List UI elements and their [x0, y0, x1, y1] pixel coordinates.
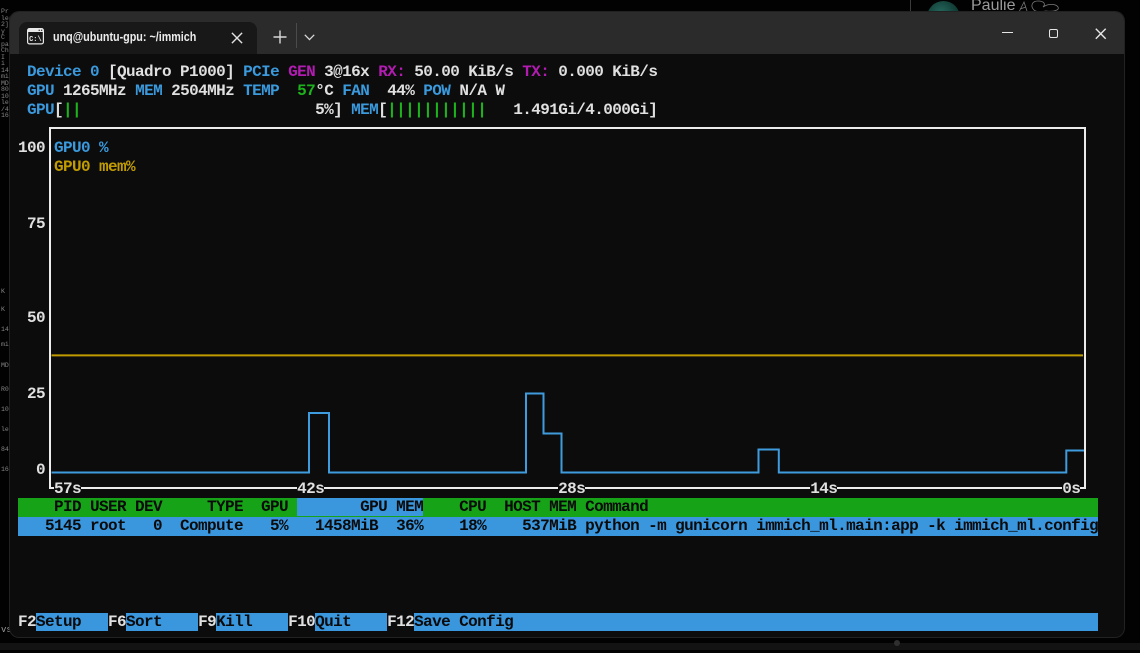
svg-text:C:\: C:\: [29, 36, 42, 44]
